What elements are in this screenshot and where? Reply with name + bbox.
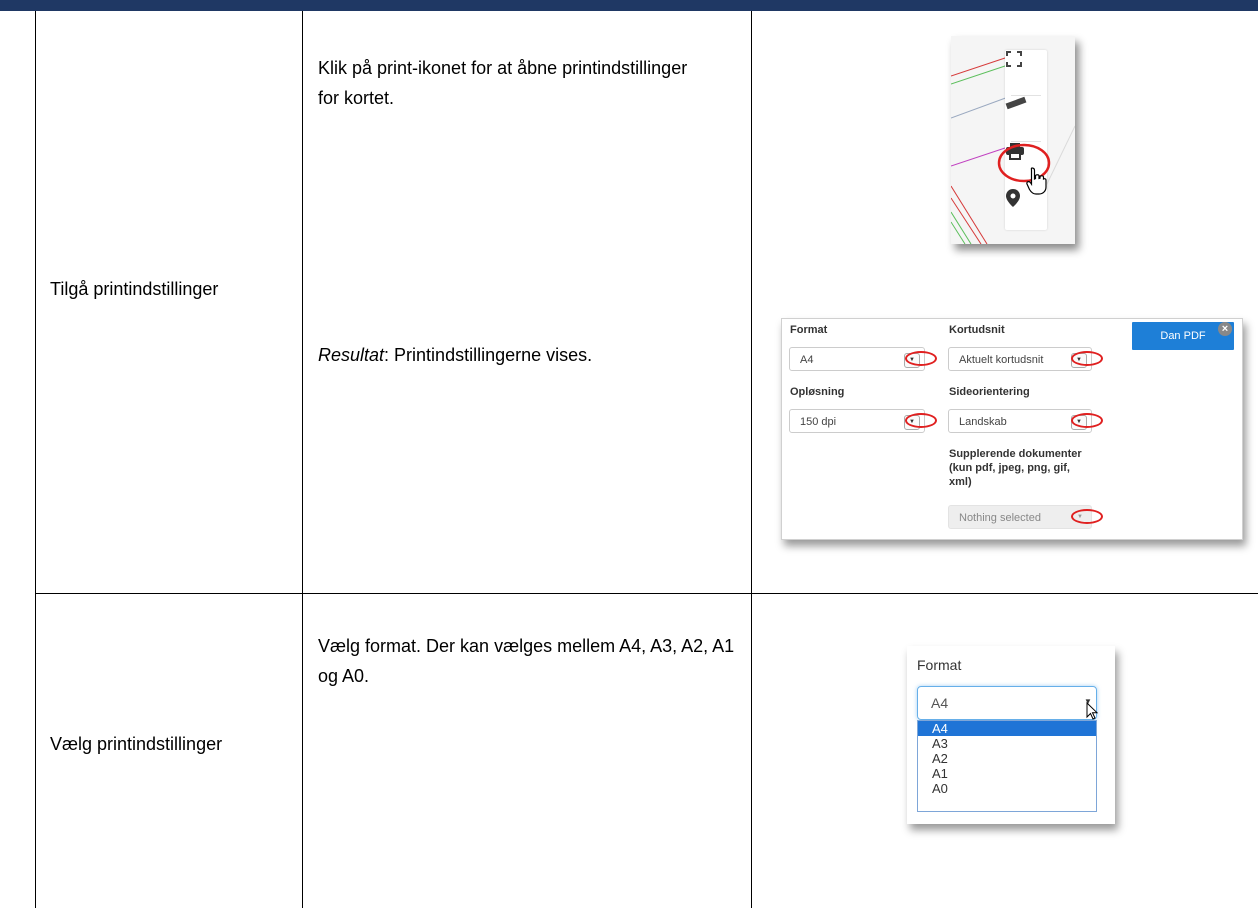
instruction-text: Vælg format. Der kan vælges mellem A4, A…: [318, 636, 735, 686]
step-label: Vælg printindstillinger: [50, 734, 223, 754]
highlight-circle: [1071, 351, 1103, 366]
sideorientering-label: Sideorientering: [949, 386, 1030, 398]
instruction-text: Klik på print-ikonet for at åbne printin…: [318, 58, 688, 108]
format-option[interactable]: A0: [918, 781, 1096, 796]
format-value: A4: [800, 354, 814, 366]
highlight-circle: [1071, 413, 1103, 428]
supplerende-value: Nothing selected: [959, 512, 1041, 524]
oplosning-label: Opløsning: [790, 386, 845, 398]
map-toolbar-screenshot: [951, 36, 1075, 244]
format-options-list: A4 A3 A2 A1 A0: [917, 720, 1097, 812]
sideorientering-value: Landskab: [959, 416, 1007, 428]
table-divider-1: [302, 11, 303, 908]
header-bar: [0, 0, 1258, 11]
highlight-circle: [905, 351, 937, 366]
format-select[interactable]: A4: [917, 686, 1097, 720]
table-divider-2: [751, 11, 752, 908]
close-icon[interactable]: ×: [1218, 322, 1232, 336]
print-settings-panel: Format A4 ▼ Kortudsnit Aktuelt kortudsni…: [781, 318, 1243, 540]
format-label: Format: [917, 657, 962, 673]
hand-cursor-icon: [1026, 167, 1047, 195]
kortudsnit-value: Aktuelt kortudsnit: [959, 354, 1044, 366]
highlight-circle: [905, 413, 937, 428]
format-dropdown-screenshot: Format A4 ▼ A4 A3 A2 A1 A0: [907, 646, 1115, 824]
oplosning-value: 150 dpi: [800, 416, 837, 428]
table-row-divider: [35, 593, 1258, 594]
arrow-cursor-icon: [1086, 702, 1098, 720]
format-option[interactable]: A2: [918, 751, 1096, 766]
format-option[interactable]: A1: [918, 766, 1096, 781]
result-value: : Printindstillingerne vises.: [384, 345, 593, 365]
format-option[interactable]: A3: [918, 736, 1096, 751]
table-border-left: [35, 11, 36, 908]
format-option[interactable]: A4: [918, 721, 1096, 736]
step-label: Tilgå printindstillinger: [50, 279, 219, 299]
supplerende-label: Supplerende dokumenter (kun pdf, jpeg, p…: [949, 448, 1082, 488]
format-label: Format: [790, 324, 828, 336]
kortudsnit-label: Kortudsnit: [949, 324, 1005, 336]
highlight-circle: [1071, 509, 1103, 524]
print-highlight: [997, 143, 1051, 183]
result-label: Resultat: [318, 345, 385, 365]
format-value: A4: [931, 695, 949, 711]
result-text: Resultat: Printindstillingerne vises.: [318, 340, 738, 370]
